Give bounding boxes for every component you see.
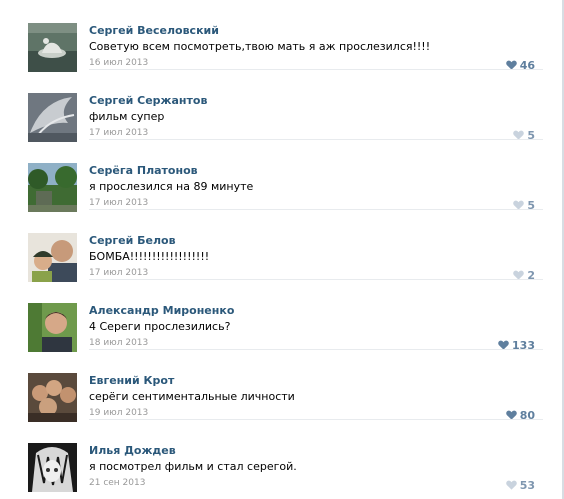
heart-icon (513, 270, 525, 280)
comment-date[interactable]: 17 июл 2013 (89, 198, 148, 208)
comment-text: Советую всем посмотреть,твою мать я аж п… (89, 40, 431, 53)
comment-item: Евгений Крот серёги сентиментальные личн… (0, 350, 564, 422)
avatar[interactable] (28, 23, 77, 72)
avatar-photo-wings (28, 93, 77, 142)
avatar[interactable] (28, 163, 77, 212)
comment-author[interactable]: Сергей Сержантов (89, 94, 207, 107)
like-count: 53 (519, 478, 535, 492)
comments-list: Сергей Веселовский Советую всем посмотре… (0, 0, 564, 492)
comment-text: БОМБА!!!!!!!!!!!!!!!!!! (89, 250, 210, 263)
heart-icon (513, 200, 525, 210)
comment-date[interactable]: 16 июл 2013 (89, 58, 148, 68)
heart-icon (505, 410, 517, 420)
like-button[interactable]: 53 (505, 478, 535, 492)
comment-author[interactable]: Сергей Белов (89, 234, 176, 247)
avatar[interactable] (28, 373, 77, 422)
avatar[interactable] (28, 303, 77, 352)
comment-text: фильм супер (89, 110, 165, 123)
comment-item: Сергей Сержантов фильм супер 17 июл 2013… (0, 70, 564, 142)
avatar-photo-man (28, 303, 77, 352)
comment-text: я прослезился на 89 минуте (89, 180, 254, 193)
comment-text: я посмотрел фильм и стал серегой. (89, 460, 297, 473)
avatar-photo-park (28, 163, 77, 212)
comment-author[interactable]: Серёга Платонов (89, 164, 198, 177)
comment-author[interactable]: Илья Дождев (89, 444, 176, 457)
comment-text: серёги сентиментальные личности (89, 390, 295, 403)
comment-date[interactable]: 18 июл 2013 (89, 338, 148, 348)
comment-date[interactable]: 19 июл 2013 (89, 408, 148, 418)
heart-icon (498, 340, 509, 350)
comment-item: Сергей Белов БОМБА!!!!!!!!!!!!!!!!!! 17 … (0, 210, 564, 282)
comment-author[interactable]: Евгений Крот (89, 374, 174, 387)
avatar[interactable] (28, 93, 77, 142)
heart-icon (505, 480, 517, 490)
comment-item: Сергей Веселовский Советую всем посмотре… (0, 0, 564, 72)
avatar-photo-selfie (28, 233, 77, 282)
comment-date[interactable]: 17 июл 2013 (89, 128, 148, 138)
comment-item: Серёга Платонов я прослезился на 89 мину… (0, 140, 564, 212)
avatar-photo-group (28, 373, 77, 422)
comment-item: Александр Мироненко 4 Сереги прослезилис… (0, 280, 564, 352)
comment-date[interactable]: 21 сен 2013 (89, 478, 145, 488)
comment-date[interactable]: 17 июл 2013 (89, 268, 148, 278)
avatar[interactable] (28, 233, 77, 282)
comment-text: 4 Сереги прослезились? (89, 320, 231, 333)
comment-author[interactable]: Александр Мироненко (89, 304, 234, 317)
heart-icon (513, 130, 525, 140)
avatar-photo-anime (28, 443, 77, 492)
avatar-photo-swan (28, 23, 77, 72)
comment-author[interactable]: Сергей Веселовский (89, 24, 219, 37)
comment-item: Илья Дождев я посмотрел фильм и стал сер… (0, 420, 564, 492)
avatar[interactable] (28, 443, 77, 492)
heart-icon (505, 60, 517, 70)
